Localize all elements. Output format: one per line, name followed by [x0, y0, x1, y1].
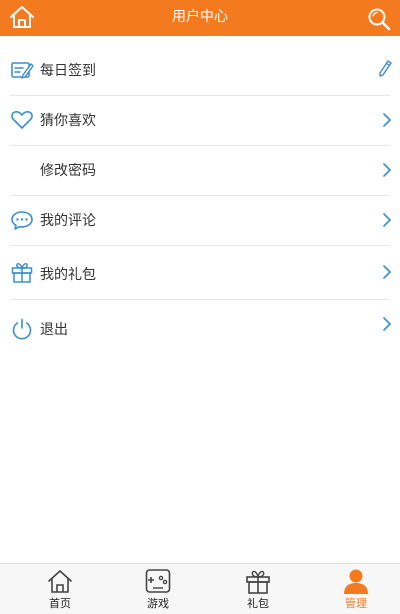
power-icon — [10, 317, 34, 341]
tab-games[interactable]: 游戏 — [108, 564, 208, 614]
chevron-right-icon — [382, 162, 392, 177]
pencil-icon — [378, 60, 392, 78]
gift-icon — [10, 260, 34, 284]
tab-gifts[interactable]: 礼包 — [208, 564, 308, 614]
chevron-right-icon — [382, 212, 392, 227]
bottom-tab-bar: 首页 游戏 礼包 管理 — [0, 563, 400, 614]
tab-label: 游戏 — [147, 597, 169, 610]
menu-item-label: 退出 — [40, 322, 68, 338]
menu-item-change-password[interactable]: 修改密码 — [0, 146, 400, 196]
tab-manage[interactable]: 管理 — [306, 564, 400, 614]
menu-item-logout[interactable]: 退出 — [0, 304, 400, 354]
tab-home[interactable]: 首页 — [10, 564, 110, 614]
checkin-icon — [10, 58, 34, 82]
user-icon — [342, 567, 370, 595]
chevron-right-icon — [382, 112, 392, 127]
tab-label: 管理 — [345, 597, 367, 610]
menu-item-my-gifts[interactable]: 我的礼包 — [0, 246, 400, 300]
tab-label: 首页 — [49, 597, 71, 610]
menu-item-my-comments[interactable]: 我的评论 — [0, 196, 400, 246]
home-icon — [46, 567, 74, 595]
menu-item-label: 我的评论 — [40, 213, 96, 229]
chevron-right-icon — [382, 264, 392, 279]
chevron-right-icon — [382, 316, 392, 331]
comment-icon — [10, 208, 34, 232]
gamepad-icon — [144, 567, 172, 595]
heart-icon — [10, 108, 34, 132]
menu-item-label: 猜你喜欢 — [40, 113, 96, 129]
menu-list: 每日签到 猜你喜欢 修改密码 我的评论 我的礼包 退出 — [0, 36, 400, 564]
divider — [10, 299, 390, 300]
menu-item-daily-checkin[interactable]: 每日签到 — [0, 46, 400, 96]
menu-item-guess-you-like[interactable]: 猜你喜欢 — [0, 96, 400, 146]
header-search-button[interactable] — [366, 6, 392, 32]
menu-item-label: 我的礼包 — [40, 267, 96, 283]
gift-icon — [244, 567, 272, 595]
tab-label: 礼包 — [247, 597, 269, 610]
search-icon — [368, 8, 391, 31]
menu-item-label: 修改密码 — [40, 163, 96, 179]
app-header: 用户中心 — [0, 0, 400, 36]
menu-item-label: 每日签到 — [40, 63, 96, 79]
page-title: 用户中心 — [172, 9, 228, 25]
